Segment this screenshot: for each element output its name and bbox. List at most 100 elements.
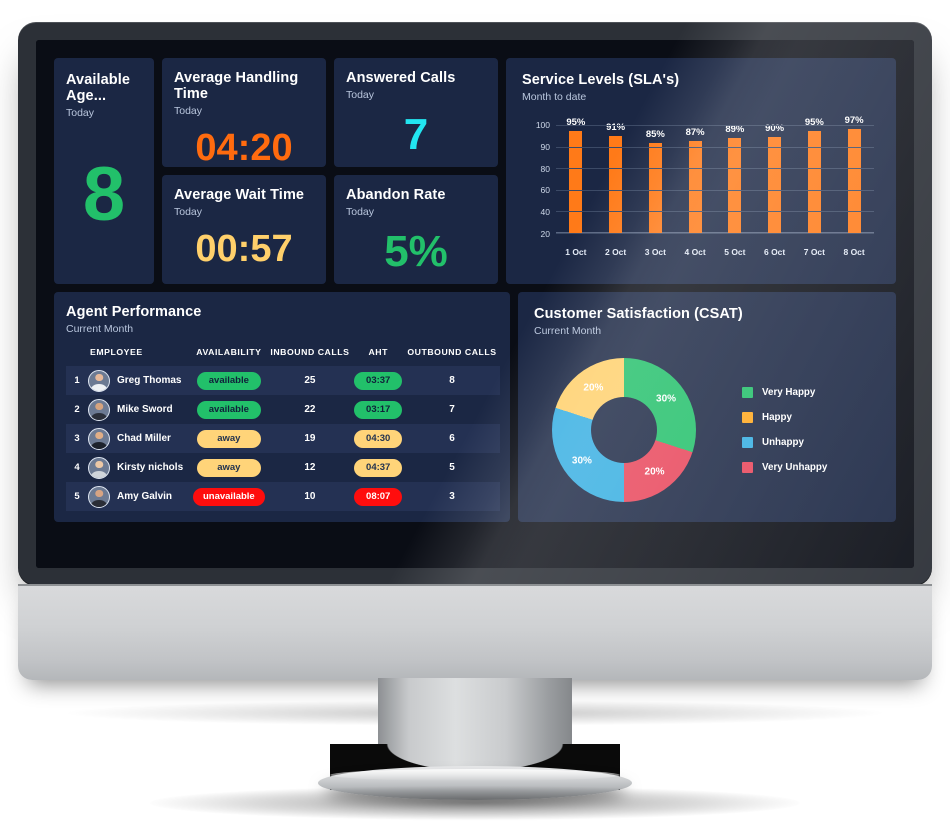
avatar [88,485,110,508]
avatar-head [95,460,103,468]
kpi-subtitle: Today [174,105,203,117]
inbound-calls-value: 12 [267,453,353,482]
outbound-calls-value: 3 [404,482,500,511]
aht-badge: 03:37 [354,371,403,390]
table-header-index [66,347,88,366]
avatar-body [91,441,107,449]
sla-bar[interactable] [728,138,742,233]
legend-swatch [742,412,753,423]
employee-name: Amy Galvin [117,491,173,502]
outbound-calls-value: 5 [404,453,500,482]
kpi-subtitle: Today [174,206,203,218]
table-row[interactable]: 4 Kirsty nichols away 12 04:37 5 [66,453,500,482]
sla-x-tick-label: 5 Oct [724,247,746,257]
sla-x-tick-label: 8 Oct [843,247,865,257]
availability-cell: unavailable [190,482,268,511]
sla-x-tick-label: 3 Oct [644,247,666,257]
sla-bar-group[interactable]: 97% [834,115,874,233]
panel-service-levels[interactable]: Service Levels (SLA's) Month to date 95%… [506,58,896,284]
employee-name: Greg Thomas [117,375,182,386]
aht-badge: 08:07 [354,487,403,506]
outbound-calls-value: 6 [404,424,500,453]
sla-gridline: 100 [536,120,874,130]
monitor-bezel: Available Age... Today 8 Average Handlin… [18,22,932,586]
monitor-chin [18,584,932,680]
sla-bar-value-label: 95% [566,117,586,128]
csat-legend: Very Happy Happy Unhappy Very Unhappy [742,387,827,473]
sla-bar-group[interactable]: 89% [715,124,755,233]
legend-item[interactable]: Unhappy [742,437,827,448]
kpi-card-abandon-rate[interactable]: Abandon Rate Today 5% [334,175,498,284]
aht-badge: 04:37 [354,458,403,477]
monitor-stand-base-highlight [330,769,620,781]
kpi-column-middle: Average Handling Time Today 04:20 Averag… [162,58,326,284]
table-body: 1 Greg Thomas available 25 03:37 8 2 Mike Sword… [66,366,500,511]
panel-subtitle: Month to date [522,91,587,103]
sla-x-tick-label: 4 Oct [684,247,706,257]
sla-bar-group[interactable]: 90% [755,123,795,233]
kpi-card-average-wait-time[interactable]: Average Wait Time Today 00:57 [162,175,326,284]
kpi-title: Abandon Rate [346,187,446,203]
outbound-calls-value: 7 [404,395,500,424]
legend-swatch [742,462,753,473]
kpi-title: Answered Calls [346,70,456,86]
sla-x-tick-label: 1 Oct [565,247,587,257]
panel-customer-satisfaction[interactable]: Customer Satisfaction (CSAT) Current Mon… [518,292,896,522]
employee-name: Mike Sword [117,404,173,415]
sla-bar-group[interactable]: 95% [556,117,596,233]
sla-bar[interactable] [688,140,702,233]
row-index: 1 [66,366,88,395]
status-badge: away [196,458,261,477]
sla-bar[interactable] [768,137,782,233]
sla-y-tick-label: 80 [540,163,550,174]
sla-bar-value-label: 87% [685,126,705,138]
sla-bar-group[interactable]: 95% [795,117,835,233]
legend-item[interactable]: Happy [742,412,827,423]
sla-x-tick-label: 7 Oct [803,247,825,257]
availability-cell: available [190,366,268,395]
panel-subtitle: Current Month [534,325,602,337]
table-header-cell: INBOUND CALLS [270,347,350,357]
sla-gridline: 20 [541,229,874,239]
avatar-head [95,373,103,381]
table-row[interactable]: 1 Greg Thomas available 25 03:37 8 [66,366,500,395]
row-index: 4 [66,453,88,482]
kpi-card-average-handling-time[interactable]: Average Handling Time Today 04:20 [162,58,326,167]
row-index: 2 [66,395,88,424]
row-index: 3 [66,424,88,453]
sla-bar-group[interactable]: 85% [636,125,676,233]
availability-cell: available [190,395,268,424]
table-row[interactable]: 5 Amy Galvin unavailable 10 08:07 3 [66,482,500,511]
avatar [88,456,110,479]
sla-bar[interactable] [847,128,861,233]
employee-name: Kirsty nichols [117,462,184,473]
availability-cell: away [190,453,268,482]
donut-slice-label: 20% [644,466,665,478]
sla-bar[interactable] [609,135,623,233]
sla-x-tick-labels: 1 Oct 2 Oct 3 Oct 4 Oct 5 Oct 6 Oct 7 Oct 8 Oct [556,247,874,257]
kpi-column-right: Answered Calls Today 7 Abandon Rate Toda… [334,58,498,284]
sla-bar-group[interactable]: 87% [675,125,715,233]
sla-bar-value-label: 85% [645,129,665,140]
sla-bars: 95% 91% 85% 87% 89% 90% 95% 97% [556,115,874,233]
table-header-cell: OUTBOUND CALLS [407,347,497,357]
avatar [88,427,110,450]
legend-label: Very Unhappy [762,462,828,473]
legend-label: Happy [762,412,792,423]
legend-item[interactable]: Very Unhappy [742,462,827,473]
table-row[interactable]: 2 Mike Sword available 22 03:17 7 [66,395,500,424]
inbound-calls-value: 10 [267,482,353,511]
sla-bar[interactable] [648,143,662,233]
kpi-card-answered-calls[interactable]: Answered Calls Today 7 [334,58,498,167]
sla-bar-group[interactable]: 91% [596,122,636,233]
avatar-body [91,499,107,507]
employee-name: Chad Miller [117,433,171,444]
dashboard: Available Age... Today 8 Average Handlin… [36,40,914,568]
sla-x-tick-label: 6 Oct [763,247,786,257]
panel-agent-performance[interactable]: Agent Performance Current Month EMPLOYEE… [54,292,510,522]
kpi-card-available-agents[interactable]: Available Age... Today 8 [54,58,154,284]
employee-cell: Kirsty nichols [88,453,191,482]
legend-item[interactable]: Very Happy [742,387,827,398]
table-row[interactable]: 3 Chad Miller away 19 04:30 6 [66,424,500,453]
panel-title: Service Levels (SLA's) [522,72,680,88]
